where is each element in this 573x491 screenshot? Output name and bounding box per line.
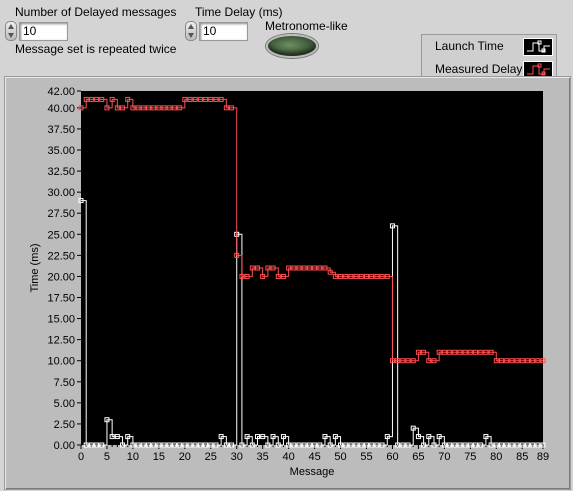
- x-tick-label: 35: [257, 451, 269, 463]
- x-tick-label: 70: [438, 451, 450, 463]
- x-axis-label: Message: [290, 466, 335, 478]
- y-tick-label: 12.50: [47, 335, 75, 347]
- y-tick-label: 2.50: [54, 419, 75, 431]
- x-tick-label: 45: [308, 451, 320, 463]
- x-tick-label: 85: [516, 451, 528, 463]
- x-tick-label: 15: [153, 451, 165, 463]
- y-axis-label: Time (ms): [29, 243, 41, 292]
- x-tick-label: 55: [360, 451, 372, 463]
- y-tick-label: 37.50: [47, 124, 75, 136]
- y-tick-label: 20.00: [47, 271, 75, 283]
- y-tick-label: 22.50: [47, 250, 75, 262]
- x-tick-label: 50: [334, 451, 346, 463]
- x-tick-label: 75: [464, 451, 476, 463]
- x-tick-label: 20: [179, 451, 191, 463]
- y-tick-label: 32.50: [47, 166, 75, 178]
- y-tick-label: 25.00: [47, 229, 75, 241]
- x-tick-label: 0: [78, 451, 84, 463]
- x-tick-label: 5: [104, 451, 110, 463]
- y-tick-label: 15.00: [47, 314, 75, 326]
- y-tick-label: 17.50: [47, 293, 75, 305]
- x-tick-label: 89: [537, 451, 549, 463]
- x-tick-label: 80: [490, 451, 502, 463]
- y-tick-label: 35.00: [47, 145, 75, 157]
- x-tick-label: 60: [386, 451, 398, 463]
- x-tick-label: 65: [412, 451, 424, 463]
- x-tick-label: 40: [283, 451, 295, 463]
- y-tick-label: 5.00: [54, 398, 75, 410]
- x-tick-label: 30: [231, 451, 243, 463]
- delay-chart[interactable]: 0.00 2.50 5.00 7.50 10.00 12.50 15.00 17.50 20.0…: [0, 0, 573, 491]
- y-tick-label: 42.00: [47, 86, 75, 98]
- y-tick-label: 7.50: [54, 377, 75, 389]
- y-tick-label: 10.00: [47, 356, 75, 368]
- y-tick-label: 40.00: [47, 103, 75, 115]
- y-tick-label: 30.00: [47, 187, 75, 199]
- x-tick-label: 25: [205, 451, 217, 463]
- y-tick-label: 0.00: [54, 440, 75, 452]
- x-tick-label: 10: [127, 451, 139, 463]
- y-tick-label: 27.50: [47, 208, 75, 220]
